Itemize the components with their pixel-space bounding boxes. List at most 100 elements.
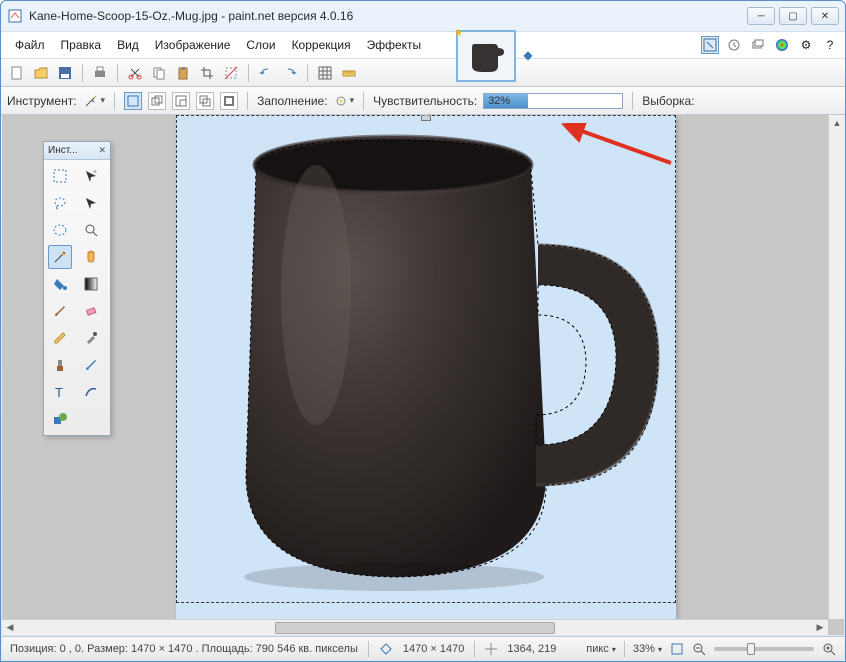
close-button[interactable]: ✕ (811, 7, 839, 25)
separator (307, 64, 308, 82)
colors-panel-toggle[interactable] (773, 36, 791, 54)
open-file-button[interactable] (31, 63, 51, 83)
selection-mode-add[interactable] (148, 92, 166, 110)
menu-image[interactable]: Изображение (147, 34, 239, 56)
copy-button[interactable] (149, 63, 169, 83)
selection-bounds[interactable] (176, 115, 676, 603)
scroll-right-arrow[interactable]: ▶ (812, 620, 828, 636)
sampling-label: Выборка: (642, 94, 694, 108)
separator (247, 92, 248, 110)
fit-window-icon[interactable] (670, 642, 684, 656)
flood-mode-dropdown[interactable]: ▾ (334, 94, 355, 108)
image-thumbnails: ★ ◆ (456, 30, 533, 82)
redo-button[interactable] (280, 63, 300, 83)
tolerance-slider[interactable]: 32% (483, 93, 623, 109)
current-tool-dropdown[interactable]: ▾ (83, 93, 106, 109)
tools-grid: + T (44, 160, 110, 435)
main-toolbar (1, 59, 845, 87)
tool-move-pixels[interactable] (79, 191, 103, 215)
tool-color-picker[interactable] (79, 326, 103, 350)
tools-panel[interactable]: Инст... ✕ + T (43, 141, 111, 436)
zoom-slider[interactable] (714, 647, 814, 651)
save-button[interactable] (55, 63, 75, 83)
menu-effects[interactable]: Эффекты (359, 34, 430, 56)
tools-panel-toggle[interactable] (701, 36, 719, 54)
zoom-out-button[interactable] (692, 642, 706, 656)
tool-ellipse-select[interactable] (48, 218, 72, 242)
tool-pencil[interactable] (48, 326, 72, 350)
selection-handle-n[interactable] (421, 115, 431, 121)
status-right: пикс ▾ 33% ▾ (586, 641, 836, 657)
selection-mode-subtract[interactable] (172, 92, 190, 110)
tool-recolor[interactable] (79, 353, 103, 377)
crop-button[interactable] (197, 63, 217, 83)
menu-edit[interactable]: Правка (53, 34, 110, 56)
tool-rect-select[interactable] (48, 164, 72, 188)
selection-mode-invert[interactable] (220, 92, 238, 110)
app-icon (7, 8, 23, 24)
new-file-button[interactable] (7, 63, 27, 83)
print-button[interactable] (90, 63, 110, 83)
tool-brush[interactable] (48, 299, 72, 323)
ruler-toggle[interactable] (339, 63, 359, 83)
thumbnail-dropdown[interactable]: ◆ (523, 48, 532, 62)
titlebar: Kane-Home-Scoop-15-Oz.-Mug.jpg - paint.n… (1, 1, 845, 31)
tool-zoom[interactable] (79, 218, 103, 242)
tool-lasso[interactable] (48, 191, 72, 215)
hscroll-thumb[interactable] (275, 622, 555, 634)
maximize-button[interactable]: ▢ (779, 7, 807, 25)
tool-magic-wand[interactable] (48, 245, 72, 269)
undo-button[interactable] (256, 63, 276, 83)
canvas-area: ▲ ◀ ▶ (2, 115, 844, 635)
menu-layers[interactable]: Слои (238, 34, 283, 56)
fill-label: Заполнение: (257, 94, 327, 108)
separator (368, 641, 369, 657)
zoom-in-button[interactable] (822, 642, 836, 656)
instrument-label: Инструмент: (7, 94, 77, 108)
menu-view[interactable]: Вид (109, 34, 147, 56)
tool-move-selection[interactable]: + (79, 164, 103, 188)
minimize-button[interactable]: ─ (747, 7, 775, 25)
help-button[interactable]: ? (821, 36, 839, 54)
tool-shapes[interactable] (48, 407, 72, 431)
window-controls: ─ ▢ ✕ (747, 7, 839, 25)
zoom-dropdown[interactable]: 33% ▾ (633, 643, 662, 655)
zoom-slider-thumb[interactable] (747, 643, 755, 655)
tool-fill[interactable] (48, 272, 72, 296)
menu-file[interactable]: Файл (7, 34, 53, 56)
grid-toggle[interactable] (315, 63, 335, 83)
separator (114, 92, 115, 110)
tool-pan[interactable] (79, 245, 103, 269)
horizontal-scrollbar[interactable]: ◀ ▶ (2, 619, 828, 635)
selection-mode-replace[interactable] (124, 92, 142, 110)
svg-text:+: + (93, 169, 97, 176)
separator (474, 641, 475, 657)
vertical-scrollbar[interactable]: ▲ (828, 115, 844, 619)
tool-text[interactable]: T (48, 380, 72, 404)
tool-gradient[interactable] (79, 272, 103, 296)
tolerance-label: Чувствительность: (373, 94, 477, 108)
image-thumbnail-active[interactable]: ★ (456, 30, 516, 82)
scroll-up-arrow[interactable]: ▲ (829, 115, 844, 131)
scroll-left-arrow[interactable]: ◀ (2, 620, 18, 636)
tools-panel-close[interactable]: ✕ (98, 145, 106, 156)
tools-panel-title: Инст... (48, 145, 78, 156)
paste-button[interactable] (173, 63, 193, 83)
selection-mode-intersect[interactable] (196, 92, 214, 110)
tool-empty (79, 407, 103, 431)
tool-options-bar: Инструмент: ▾ Заполнение: ▾ Чувствительн… (1, 87, 845, 115)
tolerance-value: 32% (484, 95, 514, 107)
cut-button[interactable] (125, 63, 145, 83)
unit-dropdown[interactable]: пикс ▾ (586, 643, 616, 655)
tool-line[interactable] (79, 380, 103, 404)
tool-eraser[interactable] (79, 299, 103, 323)
deselect-button[interactable] (221, 63, 241, 83)
menu-correction[interactable]: Коррекция (284, 34, 359, 56)
tools-panel-header[interactable]: Инст... ✕ (44, 142, 110, 160)
tool-clone[interactable] (48, 353, 72, 377)
settings-button[interactable]: ⚙ (797, 36, 815, 54)
separator (624, 641, 625, 657)
layers-panel-toggle[interactable] (749, 36, 767, 54)
cursor-icon (485, 643, 497, 655)
history-panel-toggle[interactable] (725, 36, 743, 54)
